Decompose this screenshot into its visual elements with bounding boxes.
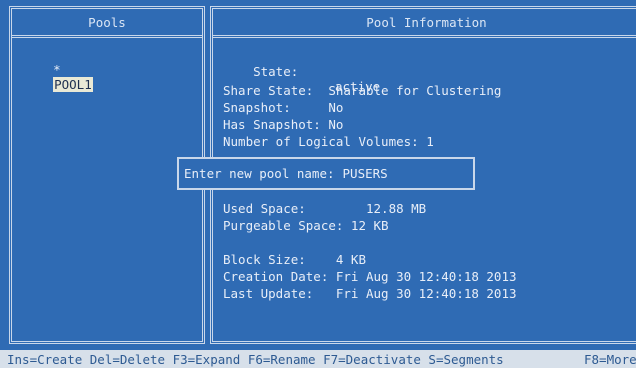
pools-header: Pools: [12, 9, 202, 38]
pool-info-header: Pool Information: [213, 9, 636, 38]
has-snapshot-line: Has Snapshot: No: [223, 117, 344, 132]
pool-name-input[interactable]: PUSERS: [343, 166, 388, 181]
share-state-line: Share State: Sharable for Clustering: [223, 83, 502, 98]
pools-title: Pools: [88, 14, 126, 30]
pool-name[interactable]: POOL1: [53, 77, 93, 92]
purgeable-space-line: Purgeable Space: 12 KB: [223, 218, 389, 233]
used-space-line: Used Space: 12.88 MB: [223, 201, 427, 216]
pool-info-title: Pool Information: [366, 14, 487, 30]
status-bar: Ins=Create Del=Delete F3=Expand F6=Renam…: [0, 350, 636, 368]
last-update-line: Last Update: Fri Aug 30 12:40:18 2013: [223, 286, 517, 301]
creation-date-line: Creation Date: Fri Aug 30 12:40:18 2013: [223, 269, 517, 284]
selected-marker: *: [53, 62, 61, 77]
rename-prompt: Enter new pool name:: [184, 166, 335, 181]
snapshot-line: Snapshot: No: [223, 100, 344, 115]
logical-volumes-line: Number of Logical Volumes: 1: [223, 134, 434, 149]
key-hints: Ins=Create Del=Delete F3=Expand F6=Renam…: [7, 352, 504, 367]
pools-pane: Pools * POOL1: [9, 6, 205, 344]
pool-list-item[interactable]: * POOL1: [23, 47, 93, 107]
more-key-hint: F8=More: [584, 352, 636, 367]
block-size-line: Block Size: 4 KB: [223, 252, 366, 267]
state-label: State:: [253, 64, 299, 79]
rename-dialog: Enter new pool name: PUSERS: [177, 157, 475, 190]
